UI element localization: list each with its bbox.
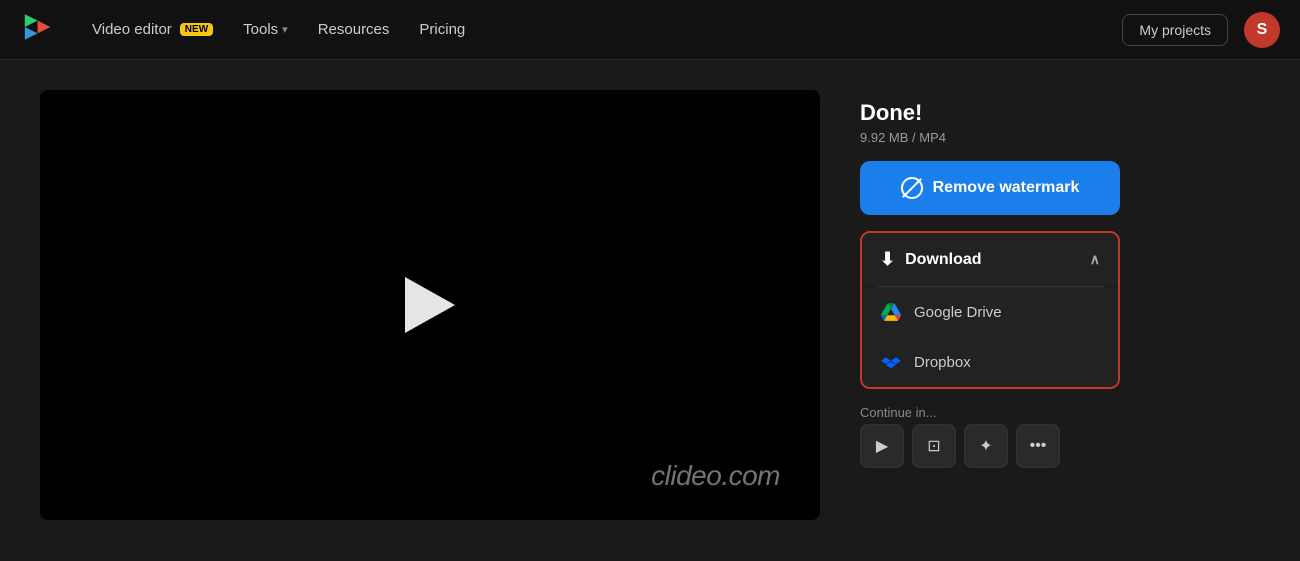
continue-more-icon[interactable]: ••• [1016, 424, 1060, 468]
dropbox-option[interactable]: Dropbox [862, 337, 1118, 387]
done-title: Done! [860, 100, 1120, 126]
no-entry-icon [901, 177, 923, 199]
continue-label: Continue in... [860, 405, 1120, 420]
download-icon: ⬇ [880, 249, 895, 270]
video-icon: ▶ [876, 436, 888, 456]
subtitle-icon: ⊡ [927, 436, 940, 456]
continue-section: Continue in... ▶ ⊡ ✦ ••• [860, 405, 1120, 468]
dropbox-icon [880, 351, 902, 373]
download-dropdown: ⬇ Download ∧ Google Drive [860, 231, 1120, 389]
done-section: Done! 9.92 MB / MP4 [860, 100, 1120, 145]
nav-right: My projects S [1122, 12, 1280, 48]
more-icon: ••• [1030, 437, 1047, 455]
video-player[interactable]: clideo.com [40, 90, 820, 520]
remove-watermark-button[interactable]: Remove watermark [860, 161, 1120, 215]
chevron-up-icon: ∧ [1090, 251, 1100, 268]
continue-subtitle-icon[interactable]: ⊡ [912, 424, 956, 468]
nav-item-resources[interactable]: Resources [306, 15, 402, 44]
google-drive-icon [880, 301, 902, 323]
file-info: 9.92 MB / MP4 [860, 130, 1120, 145]
my-projects-button[interactable]: My projects [1122, 14, 1228, 46]
continue-video-icon[interactable]: ▶ [860, 424, 904, 468]
main-content: clideo.com Done! 9.92 MB / MP4 Remove wa… [0, 60, 1300, 561]
google-drive-option[interactable]: Google Drive [862, 287, 1118, 337]
continue-sparkle-icon[interactable]: ✦ [964, 424, 1008, 468]
nav-item-tools[interactable]: Tools ▾ [231, 15, 300, 44]
logo[interactable] [20, 11, 52, 48]
continue-icons: ▶ ⊡ ✦ ••• [860, 424, 1120, 468]
nav-links: Video editor NEW Tools ▾ Resources Prici… [80, 15, 1094, 44]
tools-chevron-icon: ▾ [282, 23, 288, 36]
right-panel: Done! 9.92 MB / MP4 Remove watermark ⬇ D… [860, 90, 1120, 468]
nav-item-video-editor[interactable]: Video editor NEW [80, 15, 225, 44]
play-button[interactable] [405, 277, 455, 333]
avatar[interactable]: S [1244, 12, 1280, 48]
navbar: Video editor NEW Tools ▾ Resources Prici… [0, 0, 1300, 60]
download-button[interactable]: ⬇ Download ∧ [862, 233, 1118, 286]
nav-item-pricing[interactable]: Pricing [407, 15, 477, 44]
watermark-text: clideo.com [651, 460, 780, 492]
sparkle-icon: ✦ [979, 436, 992, 456]
